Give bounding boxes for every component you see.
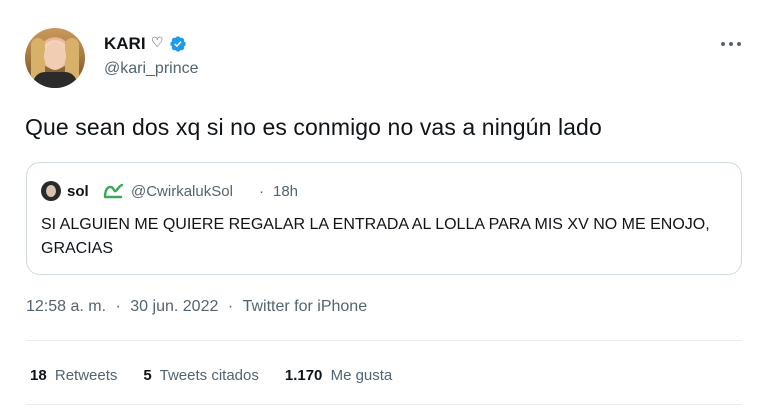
author-avatar[interactable]	[25, 28, 85, 88]
quoted-tweet-text: SI ALGUIEN ME QUIERE REGALAR LA ENTRADA …	[41, 216, 710, 257]
verified-badge-icon	[170, 36, 186, 52]
tweet-stats: 18 Retweets 5 Tweets citados 1.170 Me gu…	[30, 367, 392, 384]
quoted-author-name: sol	[67, 183, 89, 200]
quoted-timestamp[interactable]: 18h	[273, 183, 298, 200]
likes-stat[interactable]: 1.170 Me gusta	[285, 367, 392, 384]
quotes-stat[interactable]: 5 Tweets citados	[143, 367, 258, 384]
quoted-tweet[interactable]: sol @CwirkalukSol · 18h SI ALGUIEN ME QU…	[26, 162, 742, 275]
retweets-count: 18	[30, 367, 47, 384]
quoted-author-handle: @CwirkalukSol	[131, 183, 233, 200]
quotes-label: Tweets citados	[159, 367, 259, 384]
more-options-icon[interactable]	[718, 37, 744, 51]
green-wave-icon	[103, 183, 124, 199]
retweets-label: Retweets	[54, 367, 118, 384]
author-handle[interactable]: @kari_prince	[104, 60, 199, 78]
divider	[26, 340, 742, 341]
more-dot	[721, 42, 725, 46]
quoted-separator: ·	[259, 183, 264, 200]
divider	[26, 404, 742, 405]
meta-separator: ·	[115, 298, 121, 315]
avatar-shirt	[33, 72, 77, 88]
tweet-time[interactable]: 12:58 a. m.	[26, 298, 106, 316]
quotes-count: 5	[143, 367, 152, 384]
avatar-face	[44, 42, 66, 70]
heart-outline-icon: ♡	[151, 34, 164, 50]
more-dot	[737, 42, 741, 46]
more-dot	[729, 42, 733, 46]
likes-label: Me gusta	[330, 367, 393, 384]
tweet-card: KARI ♡ @kari_prince Que sean dos xq si n…	[0, 0, 767, 411]
tweet-metadata: 12:58 a. m. · 30 jun. 2022 · Twitter for…	[26, 298, 367, 316]
tweet-text: Que sean dos xq si no es conmigo no vas …	[25, 114, 602, 140]
tweet-date[interactable]: 30 jun. 2022	[130, 298, 218, 316]
retweets-stat[interactable]: 18 Retweets	[30, 367, 117, 384]
meta-separator: ·	[227, 298, 234, 315]
likes-count: 1.170	[284, 367, 323, 384]
tweet-source[interactable]: Twitter for iPhone	[243, 298, 368, 316]
author-name[interactable]: KARI	[104, 34, 146, 54]
quoted-author-avatar	[41, 181, 61, 201]
